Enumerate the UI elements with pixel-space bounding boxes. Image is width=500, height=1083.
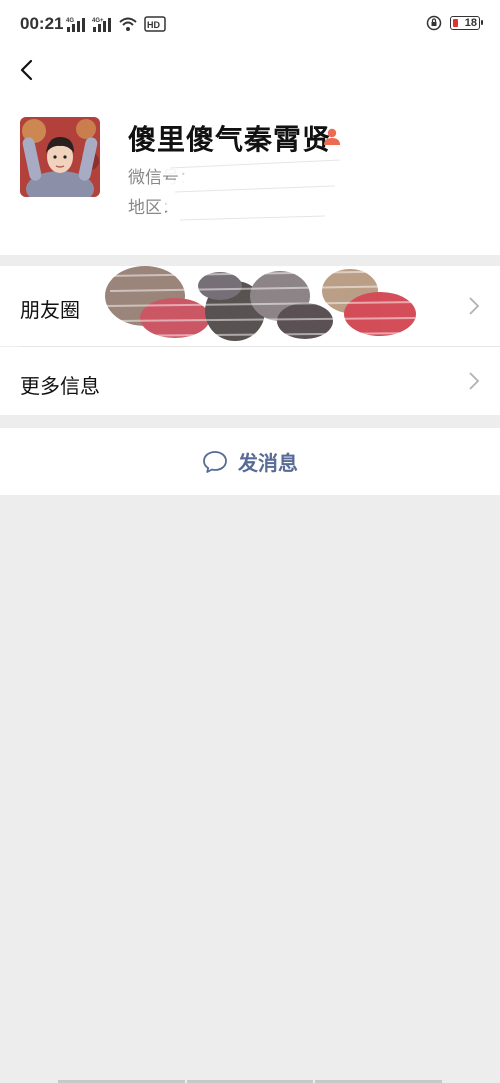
profile-header: 傻里傻气秦霄贤 微信号： 地区： xyxy=(0,50,500,255)
avatar-image xyxy=(20,117,100,197)
status-time: 00:21 xyxy=(20,14,64,33)
menu-item-label: 更多信息 xyxy=(20,374,100,398)
menu-item-more-info[interactable]: 更多信息 xyxy=(0,347,500,415)
battery-indicator: 18 xyxy=(450,16,483,30)
back-button[interactable] xyxy=(14,56,42,84)
battery-fill xyxy=(453,19,458,27)
send-message-label: 发消息 xyxy=(238,451,298,475)
redaction-scribble xyxy=(160,157,350,250)
rotation-lock-icon xyxy=(426,15,442,31)
chevron-right-icon xyxy=(469,297,480,315)
signal1-label: 4G xyxy=(66,18,74,24)
wechat-id-label: 微信号： xyxy=(128,168,196,188)
hd-label: HD xyxy=(147,20,160,30)
hd-icon: HD xyxy=(144,16,166,32)
battery-level: 18 xyxy=(464,17,477,29)
signal2-label: 4G+ xyxy=(92,18,104,24)
region-label: 地区： xyxy=(128,198,179,218)
menu-item-label: 朋友圈 xyxy=(20,298,80,322)
wifi-icon xyxy=(119,17,137,31)
menu-item-moments[interactable]: 朋友圈 xyxy=(0,266,500,346)
signal-4g-icon: 4G xyxy=(66,18,85,32)
signal-4gplus-icon: 4G+ xyxy=(92,18,111,32)
send-message-button[interactable]: 发消息 xyxy=(0,428,500,495)
status-bar: 00:21 4G 4G+ HD 18 xyxy=(0,0,500,50)
avatar[interactable] xyxy=(20,117,100,197)
moments-preview-scribble xyxy=(104,266,421,341)
status-icons: 4G 4G+ HD xyxy=(66,16,166,32)
person-icon xyxy=(324,128,340,145)
profile-name: 傻里傻气秦霄贤 xyxy=(128,123,332,156)
chat-bubble-icon xyxy=(203,450,227,473)
chevron-right-icon xyxy=(469,372,480,390)
status-right: 18 xyxy=(426,15,483,31)
